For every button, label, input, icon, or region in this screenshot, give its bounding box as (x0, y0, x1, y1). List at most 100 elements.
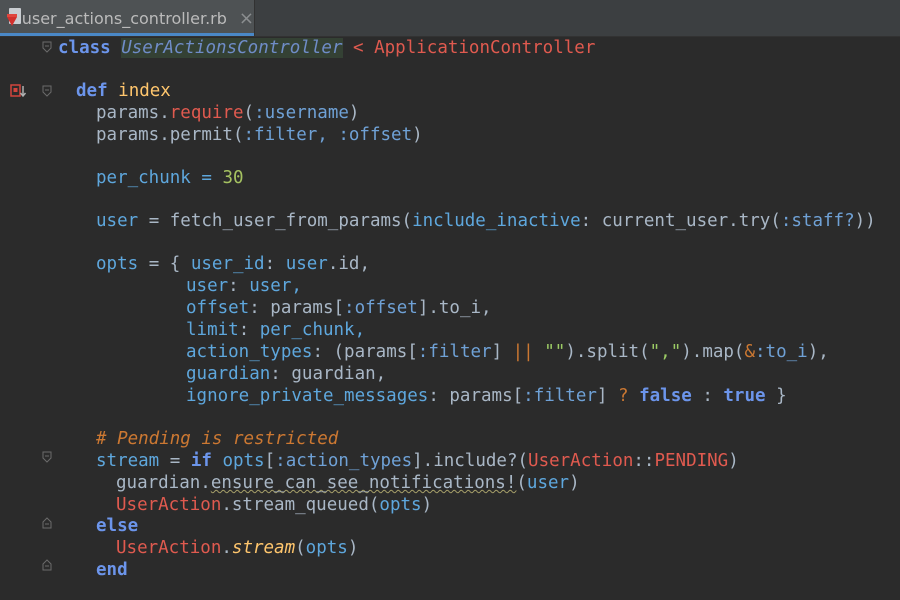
operator: ? (618, 386, 629, 406)
code-line: UserAction.stream_queued(opts) (116, 494, 432, 516)
hash-key: guardian (186, 364, 271, 384)
method-call: require (169, 103, 244, 123)
code-token: , (354, 320, 366, 340)
hash-key: ignore_private_messages (186, 386, 429, 406)
symbol: :offset (344, 298, 418, 318)
code-token: .stream_queued( (221, 495, 380, 515)
code-token: ) (348, 103, 360, 123)
constant: PENDING (654, 451, 729, 471)
hash-key: offset (186, 298, 250, 318)
code-token: : guardian, (270, 364, 387, 384)
superclass-name: ApplicationController (374, 38, 596, 58)
code-token: )) (854, 211, 876, 231)
operator: & (744, 342, 756, 362)
fold-class-icon[interactable] (42, 41, 52, 53)
keyword: end (96, 560, 128, 580)
code-token: , (291, 276, 302, 296)
code-token: ) (412, 125, 423, 145)
code-token: = fetch_user_from_params( (138, 211, 413, 231)
code-token: , (317, 125, 339, 145)
symbol: :action_types (275, 451, 413, 471)
code-token: = { (138, 254, 191, 274)
code-token: ).split( (565, 342, 650, 362)
code-line: UserAction.stream(opts) (116, 537, 358, 559)
operator: < (342, 38, 375, 58)
variable: user (96, 211, 139, 231)
code-line: end (96, 559, 128, 581)
variable: per_chunk (96, 168, 191, 188)
code-line: offset: params[:offset].to_i, (186, 297, 492, 319)
ruby-file-icon (7, 8, 21, 28)
tab-label: user_actions_controller.rb (21, 8, 227, 28)
active-tab-indicator (0, 33, 254, 36)
variable: opts (305, 538, 348, 558)
tab-user-actions-controller[interactable]: user_actions_controller.rb × (0, 0, 255, 36)
keyword: false (639, 386, 692, 406)
method-call: stream (231, 538, 296, 558)
variable: per_chunk (259, 320, 355, 340)
code-line: class UserActionsController < Applicatio… (58, 37, 595, 59)
code-token: ( (243, 103, 255, 123)
variable: opts (222, 451, 265, 471)
constant: UserAction (528, 451, 634, 471)
code-line: per_chunk = 30 (96, 167, 244, 189)
code-line: action_types: (params[:filter] || "").sp… (186, 341, 829, 363)
constant: UserAction (116, 495, 222, 515)
symbol: :offset (338, 125, 413, 145)
code-token: :: (633, 451, 655, 471)
code-token: params.permit( (96, 125, 244, 145)
code-line: def index (76, 80, 171, 102)
code-token: } (765, 386, 787, 406)
hash-key: limit (186, 320, 239, 340)
code-token: = (159, 451, 191, 471)
keyword-arg: include_inactive (412, 211, 581, 231)
code-token: [ (264, 451, 276, 471)
fold-end-icon[interactable] (42, 559, 52, 571)
symbol: :to_i (755, 342, 808, 362)
code-line: user: user, (186, 275, 302, 297)
code-token: ] (596, 386, 618, 406)
class-name: UserActionsController (121, 38, 343, 58)
variable: opts (379, 495, 422, 515)
code-token: . (221, 538, 232, 558)
symbol: :filter (243, 125, 318, 145)
variable: stream (96, 451, 160, 471)
code-token: : params[ (428, 386, 524, 406)
operator: || (512, 342, 534, 362)
keyword: if (190, 451, 212, 471)
close-icon[interactable]: × (239, 8, 254, 29)
editor-tab-bar: user_actions_controller.rb × (0, 0, 900, 37)
variable: opts (96, 254, 139, 274)
code-token: ] (491, 342, 513, 362)
method-call: ensure_can_see_notifications! (210, 473, 517, 493)
variable: user (285, 254, 328, 274)
symbol: :staff? (780, 211, 855, 231)
code-line: stream = if opts[:action_types].include?… (96, 450, 739, 472)
hash-key: user (186, 276, 229, 296)
code-token: : current_user.try( (580, 211, 781, 231)
number: 30 (222, 168, 244, 188)
code-token: ( (516, 473, 527, 493)
code-line: ignore_private_messages: params[:filter]… (186, 385, 787, 407)
code-line: user = fetch_user_from_params(include_in… (96, 210, 876, 232)
code-token: : (params[ (312, 342, 418, 362)
keyword: else (96, 516, 139, 536)
keyword: def (76, 81, 108, 101)
code-token: ) (421, 495, 433, 515)
code-token: ) (347, 538, 359, 558)
code-token: ) (569, 473, 580, 493)
fold-else-icon[interactable] (42, 517, 52, 529)
fold-if-icon[interactable] (42, 451, 52, 463)
method-override-icon[interactable] (10, 83, 28, 99)
code-line: guardian.ensure_can_see_notifications!(u… (116, 472, 580, 494)
comment: # Pending is restricted (96, 429, 339, 449)
code-line: guardian: guardian, (186, 363, 386, 385)
fold-def-icon[interactable] (42, 85, 52, 97)
code-line: else (96, 515, 138, 537)
hash-key: user_id (190, 254, 265, 274)
code-token: ), (807, 342, 829, 362)
code-editor[interactable]: class UserActionsController < Applicatio… (54, 37, 900, 600)
code-token: ].to_i, (417, 298, 492, 318)
